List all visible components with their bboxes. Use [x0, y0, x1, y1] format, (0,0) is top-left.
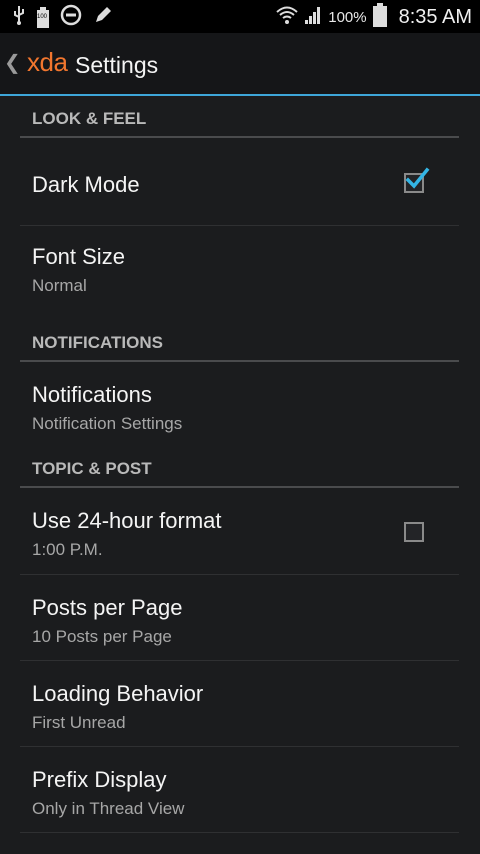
pref-summary: Normal: [32, 276, 87, 295]
pref-prefix-display[interactable]: Prefix Display Only in Thread View: [20, 747, 459, 833]
battery-full-icon: [372, 3, 387, 32]
pref-title: Use 24-hour format: [32, 508, 222, 533]
pref-title: Font Size: [32, 244, 125, 269]
pref-posts-per-page[interactable]: Posts per Page 10 Posts per Page: [20, 575, 459, 661]
pref-24-hour-format[interactable]: Use 24-hour format 1:00 P.M.: [20, 488, 459, 575]
battery-percent: 100%: [328, 9, 367, 26]
pref-summary: 10 Posts per Page: [32, 627, 172, 646]
do-not-disturb-icon: [60, 4, 82, 31]
24-hour-format-checkbox[interactable]: [404, 522, 424, 542]
dark-mode-checkbox[interactable]: [404, 167, 430, 193]
chevron-left-icon[interactable]: ❮: [4, 50, 21, 75]
wifi-icon: [276, 5, 298, 30]
battery-icon: 100: [36, 6, 50, 29]
notification-icons: 100: [12, 4, 114, 31]
pref-title: Loading Behavior: [32, 681, 204, 706]
page-title: Settings: [75, 52, 159, 78]
settings-list: LOOK & FEEL Dark Mode Font Size Normal N…: [20, 96, 459, 833]
pref-title: Dark Mode: [32, 172, 140, 197]
pref-loading-behavior[interactable]: Loading Behavior First Unread: [20, 661, 459, 747]
pref-dark-mode[interactable]: Dark Mode: [20, 138, 459, 226]
battery-small-label: 100: [37, 13, 48, 20]
system-status: 100% 8:35 AM: [276, 3, 472, 32]
usb-icon: [12, 5, 26, 30]
pref-font-size[interactable]: Font Size Normal: [20, 226, 459, 330]
pref-title: Posts per Page: [32, 595, 183, 620]
pref-title: Notifications: [32, 382, 152, 407]
pref-summary: 1:00 P.M.: [32, 540, 103, 559]
status-bar: 100 100% 8:35 AM: [0, 0, 480, 33]
signal-icon: [304, 5, 322, 30]
pref-summary: Notification Settings: [32, 414, 183, 433]
section-header-topic-post: TOPIC & POST: [20, 446, 459, 488]
section-header-look-feel: LOOK & FEEL: [20, 96, 459, 138]
pref-summary: First Unread: [32, 713, 126, 732]
checkmark-icon: [404, 167, 430, 196]
app-logo[interactable]: xda: [27, 47, 68, 78]
pref-notifications[interactable]: Notifications Notification Settings: [20, 362, 459, 450]
pref-title: Prefix Display: [32, 767, 167, 792]
pref-summary: Only in Thread View: [32, 799, 185, 818]
clock: 8:35 AM: [398, 6, 472, 28]
edit-icon: [92, 4, 114, 31]
action-bar: ❮ xda Settings: [0, 33, 480, 96]
